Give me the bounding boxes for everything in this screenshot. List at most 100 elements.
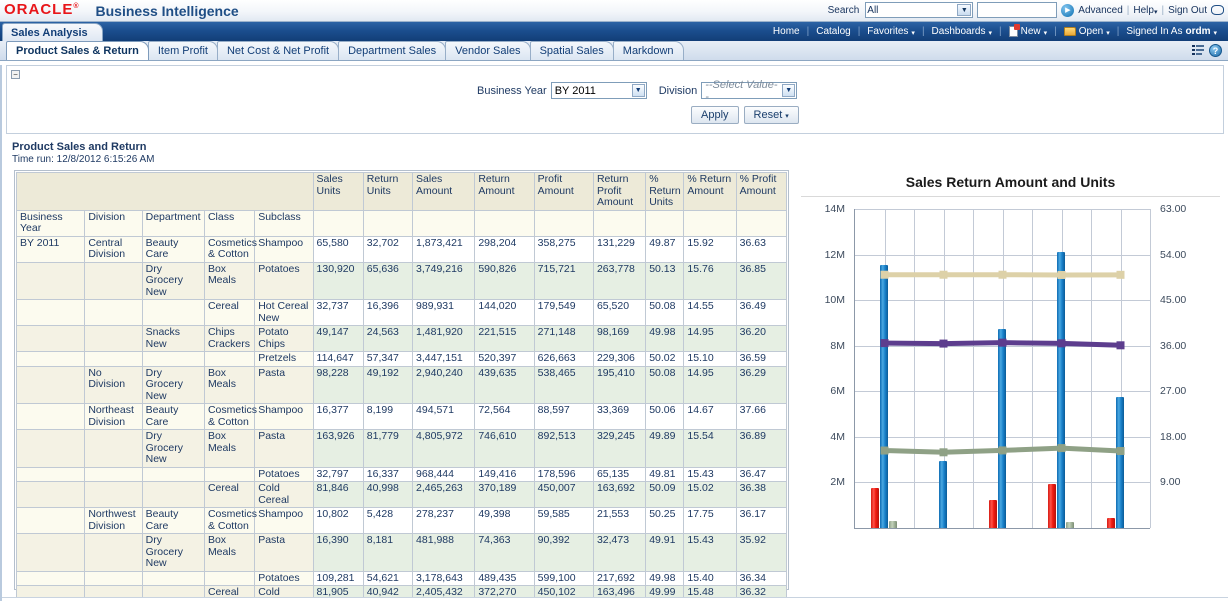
feedback-bubble-icon[interactable] [1211, 5, 1224, 15]
header-pct-profit-amount[interactable]: % Profit Amount [735, 172, 788, 211]
header-profit-amount[interactable]: Profit Amount [533, 172, 594, 211]
header-sales-units[interactable]: Sales Units [312, 172, 364, 211]
cell-subclass[interactable]: Potatoes [254, 570, 314, 586]
chart-line-marker [998, 338, 1007, 347]
search-go-icon[interactable]: ▶ [1061, 3, 1075, 17]
nav-dashboards[interactable]: Dashboards ▾ [925, 26, 999, 37]
reset-button[interactable]: Reset ▾ [743, 106, 799, 124]
header-business-year[interactable]: Business Year [15, 209, 86, 237]
cell-class[interactable]: Chips Crackers [203, 325, 256, 352]
cell-subclass[interactable]: Pasta [254, 365, 314, 404]
header-department[interactable]: Department [141, 209, 205, 237]
cell-measure-3: 72,564 [474, 403, 535, 430]
cell-subclass[interactable]: Hot Cereal New [254, 299, 314, 326]
cell-measure-7: 15.92 [683, 235, 737, 263]
header-return-amount[interactable]: Return Amount [474, 172, 535, 211]
cell-measure-7: 15.76 [683, 261, 737, 300]
header-class[interactable]: Class [203, 209, 256, 237]
cell-subclass[interactable]: Potatoes [254, 261, 314, 300]
cell-measure-5: 65,135 [592, 466, 647, 482]
cell-department[interactable]: Dry Grocery New [141, 533, 205, 572]
tab-department-sales[interactable]: Department Sales [338, 41, 447, 60]
cell-class[interactable]: Box Meals [203, 533, 256, 572]
cell-measure-7: 15.10 [683, 351, 737, 367]
tab-markdown[interactable]: Markdown [612, 41, 684, 60]
cell-measure-3: 74,363 [474, 533, 535, 572]
header-subclass[interactable]: Subclass [254, 209, 314, 237]
header-spacer [16, 172, 314, 211]
division-select[interactable]: --Select Value-- ▼ [701, 79, 798, 103]
nav-catalog[interactable]: Catalog [809, 26, 857, 37]
tab-item-profit[interactable]: Item Profit [147, 41, 218, 60]
cell-division[interactable]: Central Division [84, 235, 143, 263]
chevron-down-icon[interactable]: ▼ [782, 84, 796, 97]
cell-subclass[interactable]: Pretzels [254, 351, 314, 367]
chevron-down-icon[interactable]: ▼ [631, 84, 645, 97]
header-sales-amount[interactable]: Sales Amount [412, 172, 476, 211]
page-options-icon[interactable] [1192, 45, 1204, 56]
collapse-minus-icon[interactable]: − [11, 70, 20, 79]
cell-department[interactable]: Dry Grocery New [141, 429, 205, 468]
tab-spatial-sales[interactable]: Spatial Sales [529, 41, 614, 60]
cell-subclass[interactable]: Potato Chips [254, 325, 314, 352]
cell-subclass[interactable]: Cold Cereal [254, 481, 314, 508]
header-pct-return-units[interactable]: % Return Units [645, 172, 685, 211]
cell-subclass[interactable]: Pasta [254, 533, 314, 572]
cell-department[interactable]: Snacks New [141, 325, 205, 352]
chevron-down-icon[interactable]: ▼ [957, 4, 972, 16]
nav-new[interactable]: New ▾ [1002, 24, 1055, 37]
help-circle-icon[interactable]: ? [1209, 44, 1222, 57]
header-blank [412, 209, 476, 237]
cell-class[interactable]: Cosmetics & Cotton [203, 235, 257, 263]
cell-measure-1: 24,563 [362, 325, 414, 352]
help-menu[interactable]: Help▾ [1133, 5, 1157, 16]
business-year-select[interactable]: BY 2011 ▼ [550, 82, 647, 99]
cell-division[interactable]: Northeast Division [84, 403, 143, 430]
workspace-tab-sales-analysis[interactable]: Sales Analysis [2, 23, 103, 41]
cell-department[interactable]: Beauty Care [141, 235, 205, 263]
cell-class[interactable]: Box Meals [203, 429, 256, 468]
cell-class[interactable]: Box Meals [203, 261, 256, 300]
cell-measure-2: 1,873,421 [412, 235, 476, 263]
advanced-search-link[interactable]: Advanced [1078, 5, 1122, 16]
cell-department[interactable]: Beauty Care [141, 403, 205, 430]
header-return-units[interactable]: Return Units [362, 172, 414, 211]
cell-class[interactable]: Cereal [203, 299, 256, 326]
signed-in-as-menu[interactable]: Signed In As ordm ▾ [1119, 26, 1224, 37]
search-scope-select[interactable]: All ▼ [865, 2, 974, 18]
cell-measure-1: 57,347 [362, 351, 414, 367]
cell-department[interactable]: Dry Grocery New [141, 365, 205, 404]
header-division[interactable]: Division [84, 209, 143, 237]
cell-class[interactable]: Box Meals [203, 365, 256, 404]
nav-home[interactable]: Home [766, 26, 807, 37]
cell-class[interactable]: Cosmetics & Cotton [203, 507, 257, 534]
tab-vendor-sales[interactable]: Vendor Sales [445, 41, 531, 60]
cell-subclass[interactable]: Shampoo [254, 403, 314, 430]
apply-button[interactable]: Apply [691, 106, 739, 124]
cell-subclass[interactable]: Shampoo [254, 507, 314, 534]
cell-division[interactable]: Northwest Division [84, 507, 143, 534]
cell-subclass[interactable]: Shampoo [254, 235, 314, 263]
cell-measure-1: 49,192 [362, 365, 414, 404]
tab-net-cost-and-net-profit[interactable]: Net Cost & Net Profit [216, 41, 340, 60]
cell-department[interactable]: Dry Grocery New [141, 261, 205, 300]
cell-measure-1: 54,621 [362, 570, 414, 586]
tab-product-sales-and-return[interactable]: Product Sales & Return [6, 41, 149, 60]
cell-subclass[interactable]: Potatoes [254, 466, 314, 482]
cell-measure-6: 49.98 [645, 570, 685, 586]
nav-open[interactable]: Open ▾ [1057, 26, 1117, 37]
cell-division[interactable]: No Division [84, 365, 143, 404]
chart-canvas[interactable]: 2M 4M 6M 8M 10M 12M 14M 9.00 18.00 27.00 36.00 45.0… [825, 203, 1186, 529]
cell-class[interactable]: Cereal [203, 481, 256, 508]
cell-business-year[interactable]: BY 2011 [15, 235, 86, 263]
cell-class[interactable]: Cosmetics & Cotton [203, 403, 257, 430]
cell-measure-5: 131,229 [592, 235, 647, 263]
cell-subclass[interactable]: Pasta [254, 429, 314, 468]
header-pct-return-amount[interactable]: % Return Amount [683, 172, 737, 211]
header-return-profit-amount[interactable]: Return Profit Amount [592, 172, 647, 211]
sign-out-link[interactable]: Sign Out [1168, 5, 1207, 16]
cell-department[interactable]: Beauty Care [141, 507, 205, 534]
search-input[interactable] [977, 2, 1058, 18]
nav-favorites[interactable]: Favorites ▾ [860, 26, 922, 37]
cell-measure-2: 2,465,263 [412, 481, 476, 508]
